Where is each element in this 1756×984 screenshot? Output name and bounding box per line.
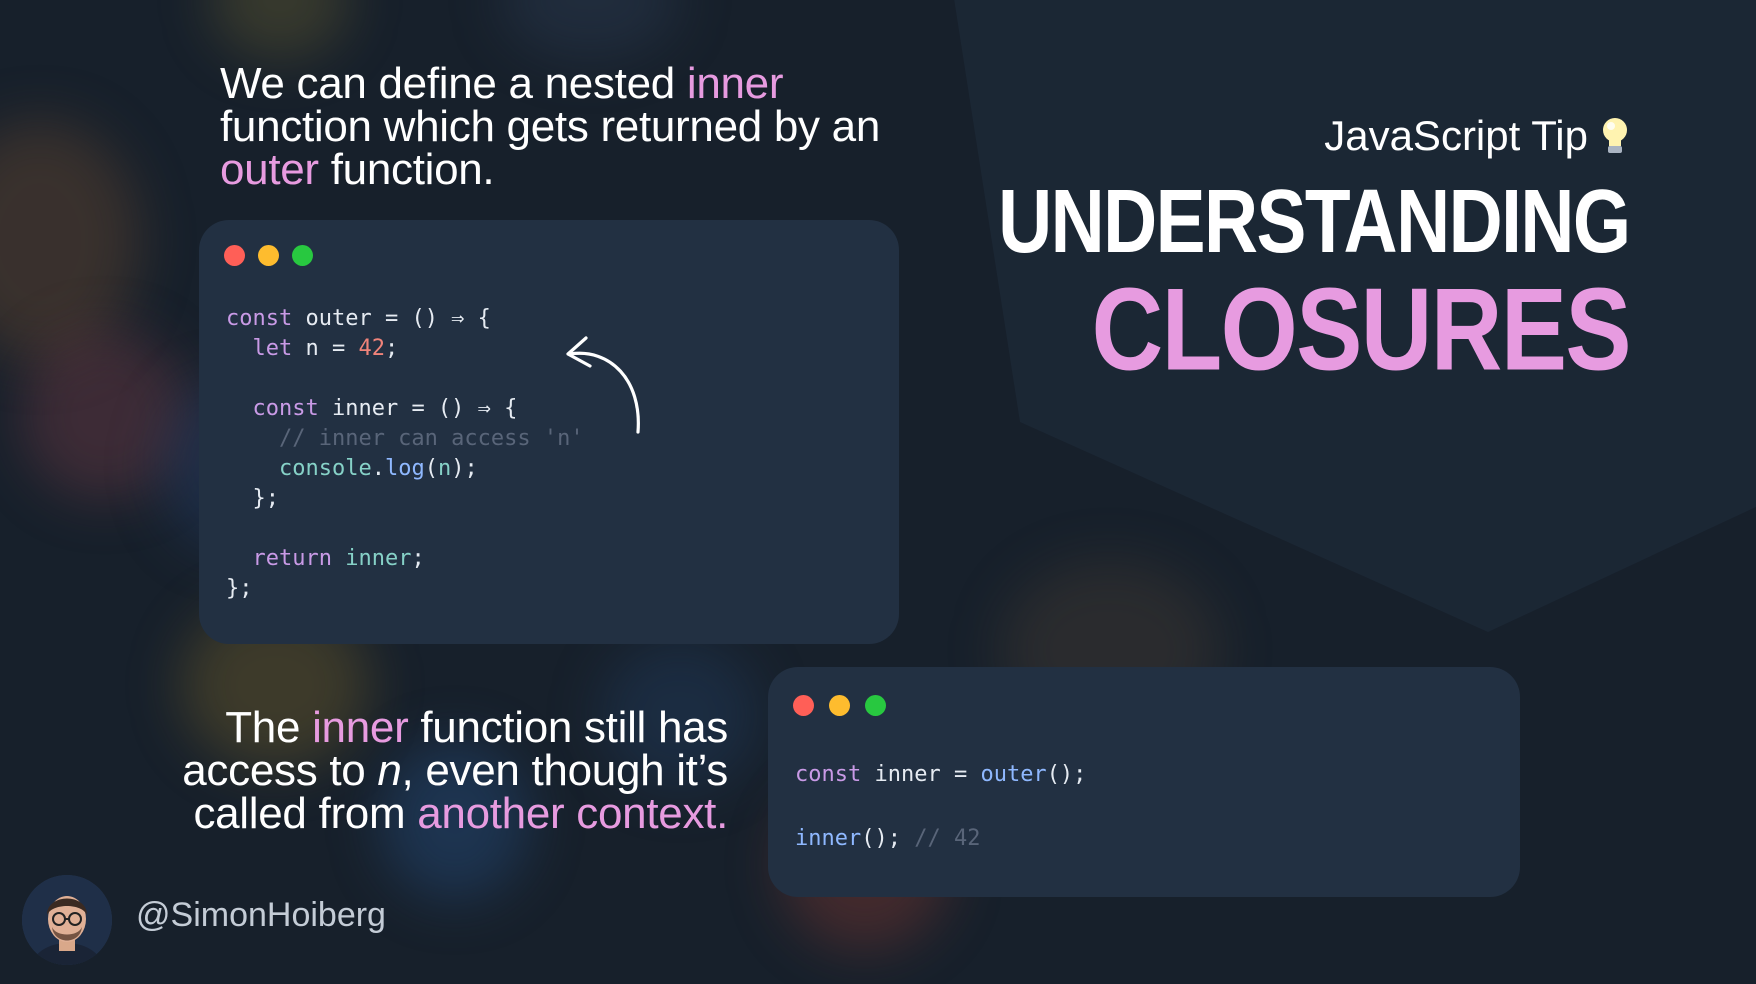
code-line: const outer = () ⇒ { [226,304,584,334]
bokeh-light [210,0,350,60]
note-highlight-context: another context. [417,789,728,838]
code-token: inner = () ⇒ { [331,396,518,421]
code-line: console.log(n); [226,454,584,484]
intro-highlight-outer: outer [220,145,319,194]
code-token: n [437,456,452,481]
code-token: console [226,456,372,481]
code-line: // inner can access 'n' [226,424,584,454]
code-line: const inner = outer(); [795,759,1086,791]
code-token: (); [1046,762,1087,787]
code-window-usage: const inner = outer(); inner(); // 42 [768,667,1520,897]
code-line: }; [226,574,584,604]
code-line: return inner; [226,544,584,574]
curved-arrow-icon [566,336,640,434]
code-token: const [226,306,306,331]
code-token: 42 [358,336,385,361]
intro-text-part: We can define a nested [220,59,687,108]
code-line: let n = 42; [226,334,584,364]
code-token: inner = [874,762,981,787]
close-dot-icon [793,695,814,716]
code-token: ; [411,546,425,571]
author-handle[interactable]: @SimonHoiberg [136,896,386,935]
intro-text-part: function. [318,145,495,194]
note-highlight-inner: inner [312,703,409,752]
bokeh-light [500,0,680,60]
code-token: const [795,762,875,787]
note-text-part: The [225,703,313,752]
code-token: . [371,456,385,481]
code-window-outer: const outer = () ⇒ { let n = 42; const i… [199,220,899,644]
code-token: ( [424,456,438,481]
code-block: const inner = outer(); inner(); // 42 [795,759,1086,855]
code-line: }; [226,484,584,514]
code-token: let [226,336,306,361]
code-block: const outer = () ⇒ { let n = 42; const i… [226,304,584,604]
note-italic-n: n [377,746,402,795]
code-line: const inner = () ⇒ { [226,394,584,424]
code-token: log [384,456,425,481]
code-token: outer [980,762,1047,787]
minimize-dot-icon [829,695,850,716]
window-controls [793,695,886,716]
code-token: ); [451,456,478,481]
code-token: outer = () ⇒ { [305,306,491,331]
code-token: const [226,396,332,421]
intro-text-part: function which gets returned by an [220,102,880,151]
code-token: inner [345,546,412,571]
code-token: }; [226,576,253,601]
avatar [22,875,112,965]
bokeh-light [0,120,140,360]
lightbulb-icon [1603,118,1627,153]
close-dot-icon [224,245,245,266]
maximize-dot-icon [292,245,313,266]
code-token: (); [861,826,915,851]
note-text: The inner function still has access to n… [120,703,728,838]
tip-label: JavaScript Tip [1324,112,1630,160]
code-token: inner [795,826,862,851]
intro-text: We can define a nested inner function wh… [220,59,940,194]
code-token: // 42 [914,826,981,851]
code-token: n = [305,336,359,361]
intro-highlight-inner: inner [686,59,784,108]
code-line: inner(); // 42 [795,823,1086,855]
code-token: // inner can access 'n' [226,426,584,451]
minimize-dot-icon [258,245,279,266]
code-token: }; [226,486,279,511]
tip-label-text: JavaScript Tip [1324,112,1588,159]
code-token: return [226,546,346,571]
window-controls [224,245,313,266]
code-token: ; [384,336,399,361]
author-portrait [22,875,112,965]
maximize-dot-icon [865,695,886,716]
title-line-2: CLOSURES [1091,265,1632,395]
title-line-1: UNDERSTANDING [998,171,1632,272]
